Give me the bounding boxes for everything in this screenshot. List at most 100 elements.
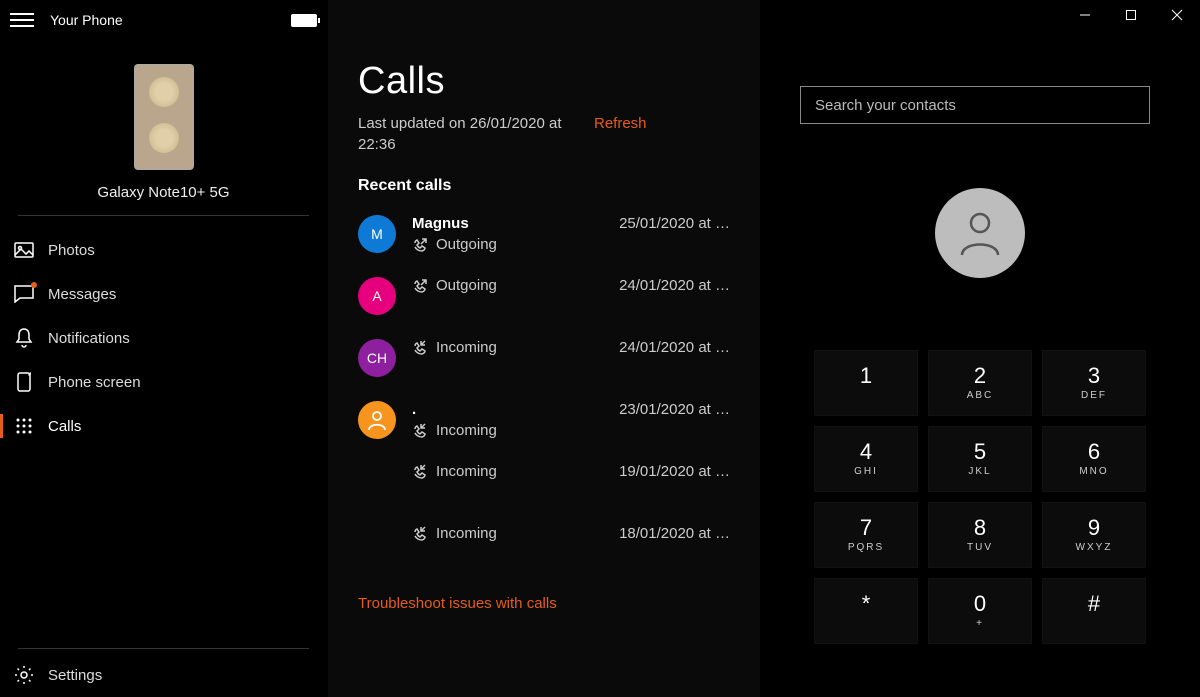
key-number: 0 — [974, 593, 986, 615]
call-direction: Incoming — [436, 422, 497, 439]
key-letters: DEF — [1081, 390, 1107, 401]
call-list: MMagnusOutgoing25/01/2020 at …AOutgoing2… — [358, 203, 730, 575]
calls-panel: Calls Last updated on 26/01/2020 at 22:3… — [328, 0, 760, 697]
phone-thumbnail[interactable] — [134, 64, 194, 170]
bell-icon — [14, 328, 34, 348]
key-letters: PQRS — [848, 542, 884, 553]
dialpad-key-8[interactable]: 8 TUV — [928, 502, 1032, 568]
call-direction: Incoming — [436, 339, 497, 356]
dialpad-key-*[interactable]: * — [814, 578, 918, 644]
call-date: 24/01/2020 at … — [619, 339, 730, 356]
call-direction-icon — [412, 464, 428, 480]
call-name: Magnus — [412, 215, 611, 232]
app-title: Your Phone — [50, 12, 123, 28]
dialer-panel: 1 2ABC3DEF4GHI5JKL6MNO7PQRS8TUV9WXYZ* 0+… — [760, 0, 1200, 697]
sidebar-item-messages[interactable]: Messages — [0, 272, 327, 316]
call-direction-icon — [412, 237, 428, 253]
gear-icon — [14, 665, 34, 685]
call-direction-icon — [412, 423, 428, 439]
key-letters: TUV — [967, 542, 993, 553]
call-date: 24/01/2020 at … — [619, 277, 730, 294]
call-direction: Incoming — [436, 463, 497, 480]
avatar — [358, 463, 396, 501]
phone-icon — [14, 372, 34, 392]
avatar — [358, 401, 396, 439]
call-date: 19/01/2020 at … — [619, 463, 730, 480]
key-number: 9 — [1088, 517, 1100, 539]
key-letters: WXYZ — [1076, 542, 1113, 553]
call-direction-icon — [412, 278, 428, 294]
key-number: 1 — [860, 365, 872, 387]
dialpad-key-4[interactable]: 4GHI — [814, 426, 918, 492]
troubleshoot-link[interactable]: Troubleshoot issues with calls — [328, 587, 760, 620]
dialpad-icon — [14, 416, 34, 436]
minimize-button[interactable] — [1062, 0, 1108, 30]
avatar: CH — [358, 339, 396, 377]
sidebar-item-label: Photos — [48, 242, 95, 259]
last-updated-text: Last updated on 26/01/2020 at 22:36 — [358, 113, 578, 155]
search-contacts[interactable] — [800, 86, 1150, 124]
avatar — [358, 525, 396, 563]
dialpad-key-9[interactable]: 9 WXYZ — [1042, 502, 1146, 568]
photo-icon — [14, 240, 34, 260]
call-date: 25/01/2020 at … — [619, 215, 730, 232]
sidebar-item-photos[interactable]: Photos — [0, 228, 327, 272]
key-number: 5 — [974, 441, 986, 463]
key-number: * — [862, 593, 871, 615]
key-number: 8 — [974, 517, 986, 539]
refresh-link[interactable]: Refresh — [594, 115, 647, 132]
call-item[interactable]: AOutgoing24/01/2020 at … — [358, 265, 730, 327]
call-item[interactable]: . Incoming 23/01/2020 at … — [358, 389, 730, 451]
call-direction-icon — [412, 340, 428, 356]
search-input[interactable] — [815, 97, 1135, 114]
sidebar-item-label: Phone screen — [48, 374, 141, 391]
call-date: 23/01/2020 at … — [619, 401, 730, 418]
dialpad-key-#[interactable]: # — [1042, 578, 1146, 644]
phone-name: Galaxy Note10+ 5G — [97, 184, 229, 201]
badge-dot — [31, 282, 37, 288]
section-title: Recent calls — [358, 177, 730, 195]
call-item[interactable]: MMagnusOutgoing25/01/2020 at … — [358, 203, 730, 265]
sidebar-item-label: Messages — [48, 286, 116, 303]
key-number: 3 — [1088, 365, 1100, 387]
dialpad-key-5[interactable]: 5 JKL — [928, 426, 1032, 492]
dialpad-key-7[interactable]: 7PQRS — [814, 502, 918, 568]
call-direction: Incoming — [436, 525, 497, 542]
call-item[interactable]: CH Incoming 24/01/2020 at … — [358, 327, 730, 389]
key-letters: + — [976, 618, 984, 629]
sidebar-item-notifications[interactable]: Notifications — [0, 316, 327, 360]
hamburger-menu[interactable] — [10, 8, 34, 32]
key-letters: JKL — [968, 466, 991, 477]
key-number: 6 — [1088, 441, 1100, 463]
sidebar-item-settings[interactable]: Settings — [0, 653, 327, 697]
dialpad: 1 2ABC3DEF4GHI5JKL6MNO7PQRS8TUV9WXYZ* 0+… — [814, 350, 1146, 644]
avatar: A — [358, 277, 396, 315]
sidebar-item-label: Notifications — [48, 330, 130, 347]
battery-icon — [291, 14, 317, 27]
contact-avatar-placeholder — [935, 188, 1025, 278]
key-letters: MNO — [1079, 466, 1108, 477]
call-name: . — [412, 401, 611, 418]
dialpad-key-2[interactable]: 2ABC — [928, 350, 1032, 416]
dialpad-key-1[interactable]: 1 — [814, 350, 918, 416]
close-button[interactable] — [1154, 0, 1200, 30]
sidebar-item-label: Calls — [48, 418, 81, 435]
maximize-button[interactable] — [1108, 0, 1154, 30]
divider — [18, 648, 309, 649]
dialpad-key-3[interactable]: 3 DEF — [1042, 350, 1146, 416]
call-direction-icon — [412, 526, 428, 542]
key-letters: GHI — [854, 466, 878, 477]
dialpad-key-0[interactable]: 0+ — [928, 578, 1032, 644]
sidebar-item-phone-screen[interactable]: Phone screen — [0, 360, 327, 404]
page-title: Calls — [358, 60, 730, 103]
key-number: # — [1088, 593, 1100, 615]
message-icon — [14, 284, 34, 304]
call-item[interactable]: Incoming18/01/2020 at … — [358, 513, 730, 575]
key-number: 2 — [974, 365, 986, 387]
call-item[interactable]: Incoming 19/01/2020 at … — [358, 451, 730, 513]
dialpad-key-6[interactable]: 6 MNO — [1042, 426, 1146, 492]
window-controls — [1062, 0, 1200, 30]
phone-preview: Galaxy Note10+ 5G — [0, 64, 327, 201]
sidebar-nav: Photos Messages Notifications Phone — [0, 228, 327, 448]
sidebar-item-calls[interactable]: Calls — [0, 404, 327, 448]
